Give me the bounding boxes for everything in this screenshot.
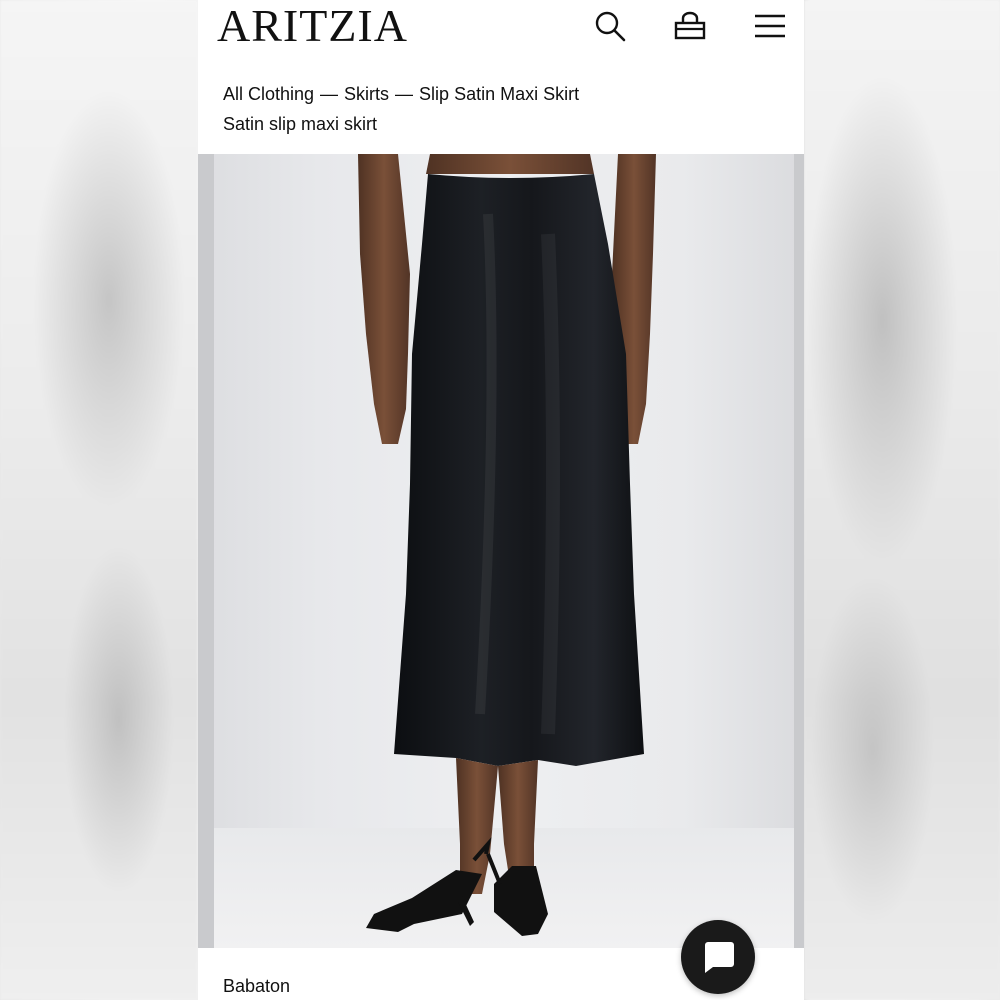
breadcrumb-separator: — (395, 84, 414, 104)
left-arm (358, 154, 410, 444)
product-subtitle: Satin slip maxi skirt (223, 114, 378, 134)
chat-button[interactable] (681, 920, 755, 994)
blurred-left-backdrop (0, 0, 198, 1000)
product-brand[interactable]: Babaton (223, 974, 290, 998)
product-page: ARITZIA All Clothing — Skirts — Slip Sat… (198, 0, 804, 1000)
right-shoe (494, 866, 548, 936)
breadcrumb-separator: — (320, 84, 339, 104)
model-illustration (358, 154, 656, 936)
chat-bubble-icon (705, 942, 734, 973)
brand-logo[interactable]: ARITZIA (217, 2, 408, 50)
left-shoe (366, 870, 482, 932)
breadcrumb-all-clothing[interactable]: All Clothing (223, 82, 314, 106)
breadcrumb-skirts[interactable]: Skirts (344, 82, 389, 106)
site-header: ARITZIA (198, 0, 804, 60)
menu-icon[interactable] (752, 8, 788, 44)
breadcrumb: All Clothing — Skirts — Slip Satin Maxi … (223, 82, 579, 106)
torso (426, 154, 594, 174)
search-icon[interactable] (592, 8, 628, 44)
bag-icon[interactable] (672, 8, 708, 44)
product-image[interactable] (198, 154, 804, 948)
skirt (394, 174, 644, 766)
blurred-right-backdrop (804, 0, 1000, 1000)
breadcrumb-current-product[interactable]: Slip Satin Maxi Skirt (419, 82, 579, 106)
